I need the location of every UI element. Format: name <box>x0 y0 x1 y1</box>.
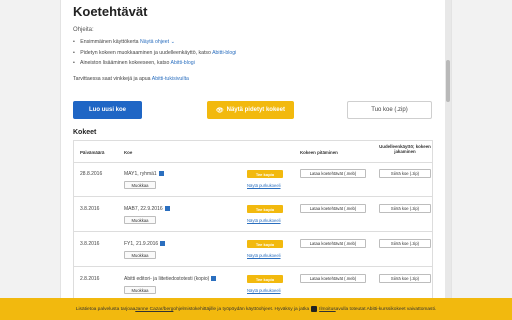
show-held-exams-button[interactable]: 👁 Näytä pidetyt kokeet <box>207 101 294 119</box>
scrollbar-thumb[interactable] <box>446 60 450 102</box>
help-item-text: Aineiston lisääminen kokeeseen, katso <box>79 60 171 66</box>
copy-exam-button[interactable]: Tee kopio <box>247 205 283 213</box>
copy-exam-button[interactable]: Tee kopio <box>247 240 283 248</box>
cookie-link[interactable]: Janne Cazar/berg <box>135 307 173 312</box>
exam-name-text: Abitti editori- ja liitetiedostotesti (k… <box>124 276 210 282</box>
external-link-icon[interactable] <box>158 171 164 177</box>
exam-date: 2.8.2016 <box>80 276 100 282</box>
answers-link[interactable]: Näytä purkukoeeli <box>247 288 281 293</box>
external-link-icon[interactable] <box>164 206 170 212</box>
help-item: Pidetyn kokeen muokkaaminen ja uudelleen… <box>73 48 236 59</box>
support-label: Tarvittaessa saat vinkkejä ja apua <box>73 76 152 82</box>
help-item: Ensimmäinen käyttökerta Näytä ohjeet ⌄ <box>73 37 236 48</box>
page-title: Koetehtävät <box>73 4 148 19</box>
support-link[interactable]: Abitti-tukisivuilta <box>152 76 189 82</box>
edit-exam-button[interactable]: Muokkaa <box>124 251 156 259</box>
column-header-load: Kokeen pitäminen <box>300 150 338 155</box>
export-zip-button[interactable]: Siirrä koe (.zip) <box>379 204 431 213</box>
exam-date: 3.8.2016 <box>80 241 100 247</box>
show-instructions-link[interactable]: Näytä ohjeet <box>140 39 169 45</box>
exam-name-text: MAB7, 22.9.2016 <box>124 206 163 212</box>
support-text: Tarvittaessa saat vinkkejä ja apua Abitt… <box>73 76 189 82</box>
exam-date: 3.8.2016 <box>80 206 100 212</box>
download-meb-button[interactable]: Lataa koetehtävät (.meb) <box>300 204 366 213</box>
exam-date: 28.8.2016 <box>80 171 103 177</box>
export-zip-button[interactable]: Siirrä koe (.zip) <box>379 239 431 248</box>
answers-link[interactable]: Näytä purkukoeeli <box>247 218 281 223</box>
help-heading: Ohjeita: <box>73 27 94 33</box>
download-meb-button[interactable]: Lataa koetehtävät (.meb) <box>300 274 366 283</box>
main-page: Koetehtävät Ohjeita: Ensimmäinen käyttök… <box>60 0 452 320</box>
export-zip-button[interactable]: Siirrä koe (.zip) <box>379 274 431 283</box>
table-row: 3.8.2016 MAB7, 22.9.2016 Muokkaa Tee kop… <box>74 198 432 232</box>
cookie-accept-link[interactable]: Ilmoitus <box>319 307 336 312</box>
chevron-down-icon: ⌄ <box>170 39 175 45</box>
cookie-text: avulla toteutat Abitti-kurssikokeet vaiv… <box>335 306 437 312</box>
answers-link[interactable]: Näytä purkukoeeli <box>247 183 281 188</box>
help-item-text: Pidetyn kokeen muokkaaminen ja uudelleen… <box>80 49 213 56</box>
answers-link[interactable]: Näytä purkukoeeli <box>247 253 281 258</box>
exam-name[interactable]: FY1, 21.9.2016 <box>124 241 166 247</box>
show-held-label: Näytä pidetyt kokeet <box>226 107 285 113</box>
export-zip-button[interactable]: Siirrä koe (.zip) <box>379 169 431 178</box>
abitti-blog-link[interactable]: Abitti-blogi <box>171 60 195 66</box>
scrollbar[interactable] <box>445 0 451 320</box>
copy-exam-button[interactable]: Tee kopio <box>247 170 283 178</box>
cookie-text: ohjelmistokehittäjille ja työpöydän käyt… <box>173 306 310 312</box>
copy-exam-button[interactable]: Tee kopio <box>247 275 283 283</box>
exam-name-text: MAY1, ryhmä1 <box>124 171 157 177</box>
column-header-date: Päivämäärä <box>80 150 105 155</box>
external-link-icon[interactable] <box>211 276 217 282</box>
import-exam-button[interactable]: Tuo koe (.zip) <box>347 101 432 119</box>
help-list: Ensimmäinen käyttökerta Näytä ohjeet ⌄ P… <box>73 37 236 69</box>
hat-icon <box>311 306 318 312</box>
help-item: Aineiston lisääminen kokeeseen, katso Ab… <box>73 58 236 69</box>
help-item-text: Ensimmäinen käyttökerta <box>80 39 140 45</box>
column-header-reuse: Uudelleenkäyttö; kokeen jakaminen <box>379 144 431 154</box>
table-row: 3.8.2016 FY1, 21.9.2016 Muokkaa Tee kopi… <box>74 233 432 267</box>
abitti-blog-link[interactable]: Abitti-blogi <box>212 50 236 56</box>
exam-name-text: FY1, 21.9.2016 <box>124 241 159 247</box>
exams-table: Päivämäärä Koe Kokeen pitäminen Uudellee… <box>73 140 433 302</box>
edit-exam-button[interactable]: Muokkaa <box>124 181 156 189</box>
eye-icon: 👁 <box>216 107 224 114</box>
cookie-bar: Lisätietoa palvelusta tarjoaa Janne Caza… <box>0 298 512 320</box>
cookie-text: Lisätietoa palvelusta tarjoaa <box>75 306 136 312</box>
table-row: 28.8.2016 MAY1, ryhmä1 Muokkaa Tee kopio… <box>74 163 432 197</box>
exam-name[interactable]: Abitti editori- ja liitetiedostotesti (k… <box>124 276 217 282</box>
exam-name[interactable]: MAY1, ryhmä1 <box>124 171 164 177</box>
column-header-exam: Koe <box>124 150 133 155</box>
exam-name[interactable]: MAB7, 22.9.2016 <box>124 206 170 212</box>
download-meb-button[interactable]: Lataa koetehtävät (.meb) <box>300 169 366 178</box>
external-link-icon[interactable] <box>160 241 166 247</box>
edit-exam-button[interactable]: Muokkaa <box>124 216 156 224</box>
table-row: 2.8.2016 Abitti editori- ja liitetiedost… <box>74 268 432 302</box>
download-meb-button[interactable]: Lataa koetehtävät (.meb) <box>300 239 366 248</box>
edit-exam-button[interactable]: Muokkaa <box>124 286 156 294</box>
exams-section-title: Kokeet <box>73 129 97 136</box>
new-exam-button[interactable]: Luo uusi koe <box>73 101 142 119</box>
